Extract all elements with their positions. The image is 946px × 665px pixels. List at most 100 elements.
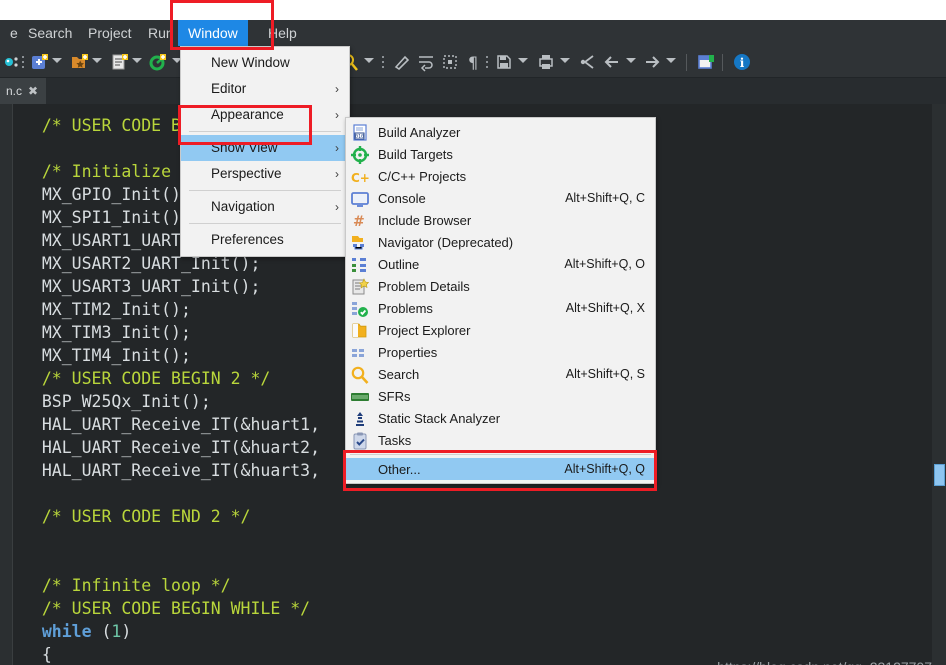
menu-separator — [189, 223, 341, 224]
window-menu-item-appearance[interactable]: Appearance › — [181, 102, 349, 128]
window-menu-item-label: Appearance — [211, 107, 284, 122]
toolbar-drag-handle[interactable] — [22, 56, 24, 70]
marker-icon[interactable] — [440, 52, 460, 72]
code-token: ) — [121, 622, 132, 641]
print-icon[interactable] — [536, 52, 556, 72]
show-view-item-shortcut: Alt+Shift+Q, Q — [564, 462, 645, 476]
window-menu-item-show-view[interactable]: Show View › — [181, 135, 349, 161]
chevron-down-icon[interactable] — [132, 58, 142, 63]
show-view-item-problems[interactable]: Problems Alt+Shift+Q, X — [346, 297, 655, 319]
chevron-down-icon[interactable] — [518, 58, 528, 63]
window-menu-dropdown[interactable]: New Window Editor › Appearance › Show View › Pe… — [180, 46, 350, 257]
show-view-item-label: Tasks — [378, 432, 412, 448]
show-view-item-outline[interactable]: Outline Alt+Shift+Q, O — [346, 253, 655, 275]
window-menu-item-new-window[interactable]: New Window — [181, 50, 349, 76]
navigator-icon — [350, 233, 372, 251]
svg-text:C++: C++ — [351, 171, 370, 185]
editor-overview-ruler[interactable] — [932, 104, 946, 665]
menu-help-item[interactable]: Help — [258, 20, 307, 46]
window-menu-item-label: Show View — [211, 140, 278, 155]
show-view-item-search[interactable]: Search Alt+Shift+Q, S — [346, 363, 655, 385]
menu-bar: e Search Project Run Window Help — [0, 20, 946, 46]
outline-icon — [350, 255, 372, 273]
show-view-item-label: Project Explorer — [378, 322, 471, 338]
window-menu-item-navigation[interactable]: Navigation › — [181, 194, 349, 220]
show-view-item-include-browser[interactable]: # Include Browser — [346, 209, 655, 231]
show-view-item-tasks[interactable]: Tasks — [346, 429, 655, 451]
code-token: /* USER CODE B — [41, 116, 181, 135]
show-view-item-c-c-projects[interactable]: C++ C/C++ Projects — [346, 165, 655, 187]
vertical-scrollbar-thumb[interactable] — [934, 464, 945, 486]
code-line: /* USER CODE END 2 */ — [22, 505, 350, 528]
window-menu-item-editor[interactable]: Editor › — [181, 76, 349, 102]
show-view-item-console[interactable]: Console Alt+Shift+Q, C — [346, 187, 655, 209]
show-view-item-label: Outline — [378, 256, 420, 272]
window-menu-item-label: Perspective — [211, 166, 282, 181]
toolbar-drag-handle[interactable] — [486, 56, 488, 70]
new-file-icon[interactable] — [110, 52, 130, 72]
menu-search-item[interactable]: Search — [18, 20, 82, 46]
show-view-item-build-analyzer[interactable]: 010 Build Analyzer — [346, 121, 655, 143]
new-folder-icon[interactable] — [70, 52, 90, 72]
window-menu-item-preferences[interactable]: Preferences — [181, 227, 349, 253]
pencil-icon[interactable] — [392, 52, 412, 72]
window-menu-item-label: New Window — [211, 55, 290, 70]
toolbar-drag-handle[interactable] — [382, 56, 384, 70]
show-view-item-properties[interactable]: Properties — [346, 341, 655, 363]
save-icon[interactable] — [494, 52, 514, 72]
forward-arrow-icon[interactable] — [642, 52, 662, 72]
show-view-item-static-stack-analyzer[interactable]: Static Stack Analyzer — [346, 407, 655, 429]
include-browser-icon: # — [350, 211, 372, 230]
menu-window-item[interactable]: Window — [178, 20, 248, 46]
wrap-icon[interactable] — [416, 52, 436, 72]
code-line: /* Infinite loop */ — [22, 574, 350, 597]
chevron-down-icon[interactable] — [666, 58, 676, 63]
menu-run-item[interactable]: Run — [138, 20, 184, 46]
chevron-down-icon[interactable] — [364, 58, 374, 63]
new-c-project-icon[interactable] — [30, 52, 50, 72]
show-view-submenu[interactable]: 010 Build Analyzer Build Targets C++ C/C++ P… — [345, 117, 656, 484]
menu-separator — [350, 454, 651, 455]
code-token: { — [41, 645, 52, 664]
window-menu-item-perspective[interactable]: Perspective › — [181, 161, 349, 187]
sfrs-icon — [350, 387, 372, 405]
static-stack-analyzer-icon — [350, 409, 372, 427]
info-icon[interactable]: i — [732, 52, 752, 72]
close-icon[interactable]: ✖ — [28, 85, 38, 97]
code-token: /* USER CODE END 2 */ — [41, 507, 251, 526]
chevron-down-icon[interactable] — [626, 58, 636, 63]
branch-icon[interactable] — [578, 52, 598, 72]
chevron-down-icon[interactable] — [560, 58, 570, 63]
back-arrow-icon[interactable] — [602, 52, 622, 72]
show-view-item-label: Navigator (Deprecated) — [378, 234, 514, 250]
chevron-down-icon[interactable] — [92, 58, 102, 63]
watermark-text: https://blog.csdn.net/qq_23127707 — [717, 659, 932, 665]
build-target-icon[interactable] — [148, 52, 168, 72]
show-view-item-label: Problems — [378, 300, 433, 316]
debug-icon[interactable] — [2, 52, 22, 72]
menu-project-item[interactable]: Project — [78, 20, 142, 46]
editor-tab-main-c[interactable]: n.c ✖ — [0, 78, 47, 104]
chevron-down-icon[interactable] — [52, 58, 62, 63]
show-view-item-navigator-deprecated[interactable]: Navigator (Deprecated) — [346, 231, 655, 253]
show-view-item-shortcut: Alt+Shift+Q, O — [564, 257, 645, 271]
cpp-projects-icon: C++ — [350, 167, 380, 185]
no-icon-spacer — [350, 460, 372, 478]
code-line: MX_TIM2_Init(); — [22, 298, 350, 321]
code-token: 1 — [111, 622, 122, 641]
pilcrow-icon[interactable]: ¶ — [464, 52, 484, 72]
show-view-item-sfrs[interactable]: SFRs — [346, 385, 655, 407]
code-token: /* Infinite loop */ — [41, 576, 231, 595]
toolbar: ¶ i — [0, 46, 946, 78]
code-token: while — [41, 622, 92, 641]
show-view-item-problem-details[interactable]: Problem Details — [346, 275, 655, 297]
open-perspective-icon[interactable] — [696, 52, 716, 72]
show-view-item-label: Console — [378, 190, 426, 206]
search-icon — [350, 365, 372, 384]
show-view-item-project-explorer[interactable]: Project Explorer — [346, 319, 655, 341]
show-view-item-build-targets[interactable]: Build Targets — [346, 143, 655, 165]
show-view-item-other[interactable]: Other... Alt+Shift+Q, Q — [346, 458, 655, 480]
code-line: MX_TIM4_Init(); — [22, 344, 350, 367]
problems-icon — [350, 299, 372, 317]
